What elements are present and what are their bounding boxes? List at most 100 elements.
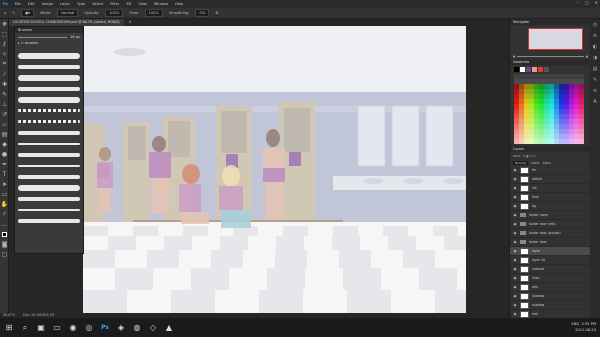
maximize-icon[interactable]: ▢ bbox=[585, 0, 589, 5]
brush-preset[interactable] bbox=[18, 161, 80, 170]
clock-date[interactable]: 2021-08-23 bbox=[575, 328, 596, 332]
history-brush-icon[interactable]: ↺ bbox=[0, 109, 9, 119]
app-icon[interactable]: ▲ bbox=[164, 323, 174, 333]
pen-tool-icon[interactable]: ✒ bbox=[0, 159, 9, 169]
visibility-eye-icon[interactable]: ◉ bbox=[513, 231, 517, 235]
windows-start-icon[interactable]: ⊞ bbox=[4, 323, 14, 333]
layer-row[interactable]: ◉ locker room bbox=[510, 211, 591, 220]
menu-view[interactable]: View bbox=[138, 2, 147, 6]
swatch[interactable] bbox=[544, 67, 549, 72]
visibility-eye-icon[interactable]: ◉ bbox=[513, 294, 517, 298]
layer-row[interactable]: ◉ shadow bbox=[510, 301, 591, 310]
layer-row[interactable]: ◉ layer 16 bbox=[510, 256, 591, 265]
rectangle-tool-icon[interactable]: ▭ bbox=[0, 189, 9, 199]
layer-row[interactable]: ◉ locker door (purple) bbox=[510, 229, 591, 238]
color-swatch-icon[interactable] bbox=[0, 229, 9, 239]
visibility-eye-icon[interactable]: ◉ bbox=[513, 249, 517, 253]
app-icon[interactable]: ◇ bbox=[148, 323, 158, 333]
layer-row[interactable]: ◉ locker door bbox=[510, 238, 591, 247]
clone-stamp-icon[interactable]: ⊥ bbox=[0, 99, 9, 109]
layer-row[interactable]: ◉ colored bbox=[510, 265, 591, 274]
visibility-eye-icon[interactable]: ◉ bbox=[513, 276, 517, 280]
brush-preset[interactable] bbox=[18, 205, 80, 214]
menu-filter[interactable]: Filter bbox=[110, 2, 119, 6]
visibility-eye-icon[interactable]: ◉ bbox=[513, 285, 517, 289]
browser-icon[interactable]: ◉ bbox=[68, 323, 78, 333]
app-icon[interactable]: ◈ bbox=[116, 323, 126, 333]
clock-time[interactable]: 2:35 PM bbox=[582, 322, 596, 326]
visibility-eye-icon[interactable]: ◉ bbox=[513, 177, 517, 181]
channels-icon[interactable]: ≋ bbox=[590, 85, 600, 96]
libraries-icon[interactable]: ▤ bbox=[590, 63, 600, 74]
canvas[interactable] bbox=[83, 26, 466, 313]
brush-preset[interactable] bbox=[18, 73, 80, 82]
brush-preset[interactable] bbox=[18, 84, 80, 93]
opacity-field[interactable]: 100% bbox=[105, 9, 124, 17]
minimize-icon[interactable]: – bbox=[577, 0, 579, 5]
visibility-eye-icon[interactable]: ◉ bbox=[513, 186, 517, 190]
brush-preset[interactable] bbox=[18, 216, 80, 225]
history-icon[interactable]: ◷ bbox=[590, 19, 600, 30]
character-icon[interactable]: A bbox=[590, 96, 600, 107]
zoom-slider[interactable] bbox=[517, 55, 584, 57]
language-indicator[interactable]: ENG bbox=[571, 322, 579, 326]
menu-window[interactable]: Window bbox=[154, 2, 168, 6]
file-explorer-icon[interactable]: ▭ bbox=[52, 323, 62, 333]
menu-select[interactable]: Select bbox=[92, 2, 103, 6]
swatch[interactable] bbox=[526, 67, 531, 72]
menu-type[interactable]: Type bbox=[77, 2, 85, 6]
path-select-icon[interactable]: ➤ bbox=[0, 179, 9, 189]
visibility-eye-icon[interactable]: ◉ bbox=[513, 195, 517, 199]
brush-preset[interactable] bbox=[18, 62, 80, 71]
brush-preset[interactable] bbox=[18, 139, 80, 148]
layer-row[interactable]: ◉ fix bbox=[510, 166, 591, 175]
home-icon[interactable]: ⌂ bbox=[4, 11, 6, 15]
blend-mode-select[interactable]: Normal bbox=[513, 160, 528, 165]
swatch[interactable] bbox=[520, 67, 525, 72]
menu-edit[interactable]: Edit bbox=[28, 2, 35, 6]
paths-icon[interactable]: ✎ bbox=[590, 74, 600, 85]
brush-tool-icon[interactable]: ✎ bbox=[12, 11, 15, 15]
filter-icons[interactable]: ▭ ◐ T ▢ bbox=[523, 154, 536, 158]
brush-preset[interactable] bbox=[18, 194, 80, 203]
dodge-tool-icon[interactable]: ● bbox=[0, 149, 9, 159]
mode-select[interactable]: Normal bbox=[57, 9, 79, 17]
screen-mode-icon[interactable]: ▢ bbox=[0, 249, 9, 259]
gradient-tool-icon[interactable]: ▤ bbox=[0, 129, 9, 139]
opacity-field-layers[interactable]: 100% bbox=[531, 161, 540, 165]
visibility-eye-icon[interactable]: ◉ bbox=[513, 222, 517, 226]
size-slider[interactable] bbox=[18, 36, 68, 38]
gear-icon[interactable]: ⚙ bbox=[215, 11, 218, 15]
search-icon[interactable]: ⌕ bbox=[20, 323, 30, 333]
filter-kind[interactable]: Kind bbox=[513, 154, 520, 158]
close-tab-icon[interactable]: ✕ bbox=[125, 19, 136, 26]
visibility-eye-icon[interactable]: ◉ bbox=[513, 240, 517, 244]
blur-tool-icon[interactable]: ◆ bbox=[0, 139, 9, 149]
close-icon[interactable]: ✕ bbox=[595, 0, 598, 5]
visibility-eye-icon[interactable]: ◉ bbox=[513, 204, 517, 208]
layer-row[interactable]: ◉ layer bbox=[510, 247, 591, 256]
layer-row[interactable]: ◉ final bbox=[510, 193, 591, 202]
eraser-tool-icon[interactable]: ▱ bbox=[0, 119, 9, 129]
smoothing-field[interactable]: 0% bbox=[195, 9, 210, 17]
type-tool-icon[interactable]: T bbox=[0, 169, 9, 179]
brush-preset[interactable] bbox=[18, 117, 80, 126]
color-icon[interactable]: ◐ bbox=[590, 41, 600, 52]
navigator-title[interactable]: Navigator bbox=[510, 19, 591, 25]
app-icon[interactable]: ◎ bbox=[84, 323, 94, 333]
brush-preset-picker[interactable]: ●▾ bbox=[21, 9, 35, 17]
brush-preset[interactable] bbox=[18, 172, 80, 181]
fill-field[interactable]: 100% bbox=[542, 161, 551, 165]
navigator-thumbnail[interactable] bbox=[528, 28, 583, 50]
steam-icon[interactable]: ◍ bbox=[132, 323, 142, 333]
document-tab[interactable]: LOCATION SCHOOL CHANGEROOM.psd @ 66.7% (… bbox=[9, 19, 124, 26]
swatch[interactable] bbox=[514, 67, 519, 72]
eyedropper-icon[interactable]: ⁄ bbox=[0, 69, 9, 79]
menu-file[interactable]: File bbox=[15, 2, 21, 6]
adjustments-icon[interactable]: ◑ bbox=[590, 52, 600, 63]
brush-preset[interactable] bbox=[18, 95, 80, 104]
swatches-title[interactable]: Swatches bbox=[510, 59, 591, 65]
crop-tool-icon[interactable]: ⌗ bbox=[0, 59, 9, 69]
move-tool-icon[interactable]: ✥ bbox=[0, 19, 9, 29]
marquee-tool-icon[interactable]: ⬚ bbox=[0, 29, 9, 39]
